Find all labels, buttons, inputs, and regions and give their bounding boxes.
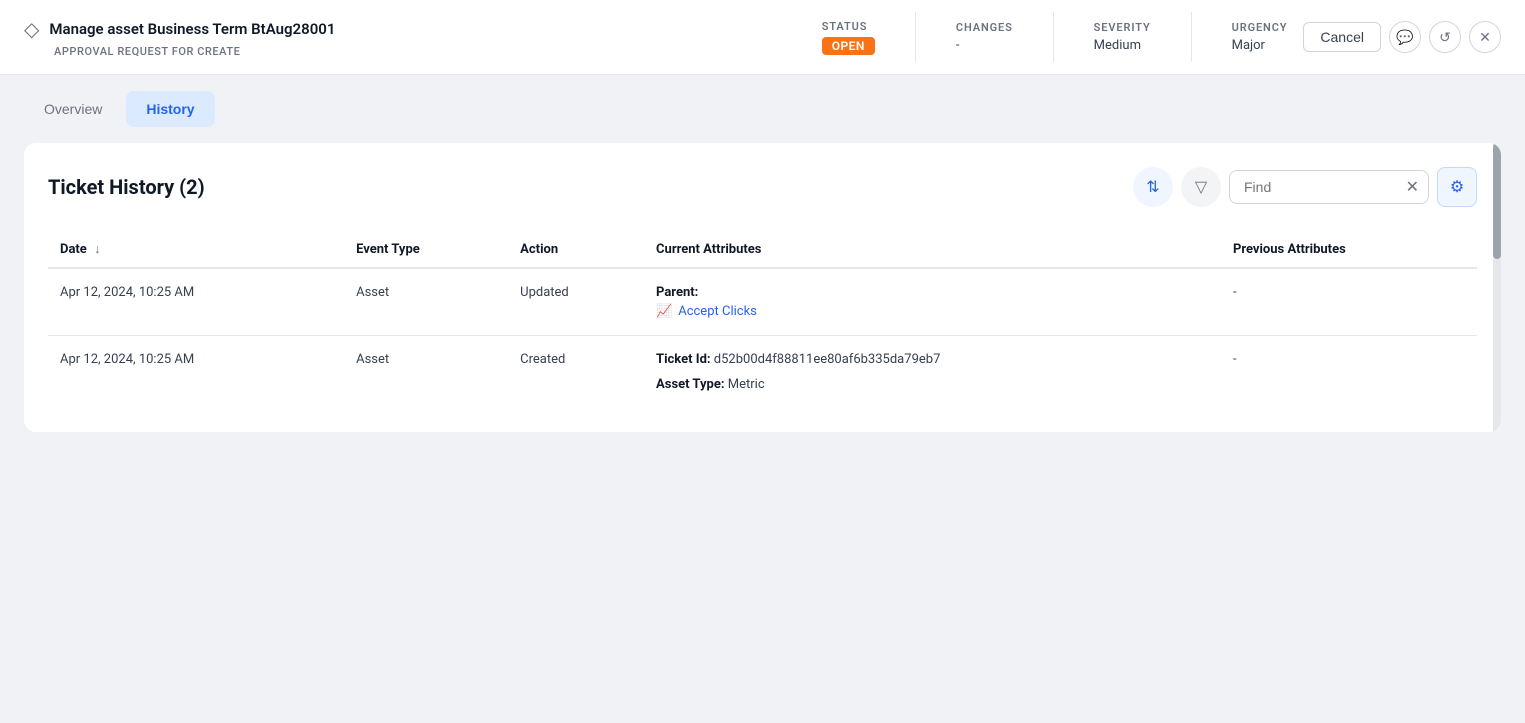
- divider-3: [1191, 12, 1192, 62]
- filter-icon: ▽: [1195, 177, 1207, 197]
- scrollbar-thumb[interactable]: [1493, 143, 1501, 259]
- row1-action: Updated: [508, 268, 644, 336]
- top-bar: ◇ Manage asset Business Term BtAug28001 …: [0, 0, 1525, 75]
- row1-event-type: Asset: [344, 268, 508, 336]
- ticket-id-label: Ticket Id:: [656, 352, 711, 367]
- title-row: ◇ Manage asset Business Term BtAug28001: [24, 17, 335, 41]
- scrollbar-track[interactable]: [1493, 143, 1501, 432]
- chat-icon: 💬: [1396, 29, 1413, 46]
- status-badge: OPEN: [822, 37, 875, 55]
- meta-status: STATUS OPEN: [822, 20, 875, 55]
- meta-urgency: URGENCY Major: [1232, 21, 1288, 53]
- status-label: STATUS: [822, 20, 868, 33]
- severity-value: Medium: [1094, 38, 1141, 53]
- main-content: Ticket History (2) ⇅ ▽ ✕ ⚙: [0, 127, 1525, 448]
- changes-label: CHANGES: [956, 21, 1013, 34]
- row1-date: Apr 12, 2024, 10:25 AM: [48, 268, 344, 336]
- top-bar-right: STATUS OPEN CHANGES - SEVERITY Medium UR…: [822, 12, 1501, 62]
- card-actions: ⇅ ▽ ✕ ⚙: [1133, 167, 1477, 207]
- asset-type-label: Asset Type:: [656, 377, 725, 392]
- col-action: Action: [508, 231, 644, 268]
- page-title: Manage asset Business Term BtAug28001: [49, 20, 335, 38]
- page-subtitle: APPROVAL REQUEST FOR CREATE: [24, 45, 335, 58]
- top-bar-left: ◇ Manage asset Business Term BtAug28001 …: [24, 17, 335, 58]
- col-date: Date ↓: [48, 231, 344, 268]
- table-row: Apr 12, 2024, 10:25 AM Asset Updated Par…: [48, 268, 1477, 336]
- find-clear-button[interactable]: ✕: [1406, 177, 1419, 197]
- divider-2: [1053, 12, 1054, 62]
- tab-overview[interactable]: Overview: [24, 91, 122, 127]
- tag-icon: ◇: [24, 17, 39, 41]
- row1-attr-label: Parent:: [656, 285, 698, 300]
- row2-prev-attr: -: [1221, 336, 1477, 409]
- card-title: Ticket History (2): [48, 175, 205, 199]
- gear-icon: ⚙: [1450, 177, 1464, 197]
- close-icon: ✕: [1479, 29, 1491, 46]
- accept-clicks-link[interactable]: 📈 Accept Clicks: [656, 304, 1209, 319]
- divider-1: [915, 12, 916, 62]
- sort-arrow-date: ↓: [94, 241, 101, 257]
- table-row: Apr 12, 2024, 10:25 AM Asset Created Tic…: [48, 336, 1477, 409]
- row2-date: Apr 12, 2024, 10:25 AM: [48, 336, 344, 409]
- row1-current-attr: Parent: 📈 Accept Clicks: [644, 268, 1221, 336]
- col-current-attributes: Current Attributes: [644, 231, 1221, 268]
- refresh-icon: ↺: [1439, 29, 1451, 46]
- cancel-button[interactable]: Cancel: [1303, 22, 1381, 52]
- changes-value: -: [956, 38, 960, 53]
- meta-section: STATUS OPEN CHANGES - SEVERITY Medium UR…: [822, 12, 1288, 62]
- settings-button[interactable]: ⚙: [1437, 167, 1477, 207]
- tab-history[interactable]: History: [126, 91, 214, 127]
- top-bar-actions: Cancel 💬 ↺ ✕: [1303, 21, 1501, 53]
- history-card: Ticket History (2) ⇅ ▽ ✕ ⚙: [24, 143, 1501, 432]
- find-input[interactable]: [1229, 170, 1429, 204]
- history-table: Date ↓ Event Type Action Current Attribu…: [48, 231, 1477, 408]
- filter-button[interactable]: ▽: [1181, 167, 1221, 207]
- row2-event-type: Asset: [344, 336, 508, 409]
- header-row: Date ↓ Event Type Action Current Attribu…: [48, 231, 1477, 268]
- row2-action: Created: [508, 336, 644, 409]
- urgency-label: URGENCY: [1232, 21, 1288, 34]
- col-event-type: Event Type: [344, 231, 508, 268]
- refresh-button[interactable]: ↺: [1429, 21, 1461, 53]
- row2-ticket-id: Ticket Id: d52b00d4f88811ee80af6b335da79…: [656, 352, 1209, 367]
- chat-button[interactable]: 💬: [1389, 21, 1421, 53]
- sort-button[interactable]: ⇅: [1133, 167, 1173, 207]
- row2-current-attr: Ticket Id: d52b00d4f88811ee80af6b335da79…: [644, 336, 1221, 409]
- row1-prev-attr: -: [1221, 268, 1477, 336]
- urgency-value: Major: [1232, 38, 1265, 53]
- col-previous-attributes: Previous Attributes: [1221, 231, 1477, 268]
- ticket-id-value: d52b00d4f88811ee80af6b335da79eb7: [714, 352, 941, 367]
- card-header: Ticket History (2) ⇅ ▽ ✕ ⚙: [48, 167, 1477, 207]
- sort-icon: ⇅: [1146, 177, 1159, 197]
- clear-icon: ✕: [1406, 179, 1419, 196]
- asset-type-value: Metric: [728, 377, 765, 392]
- tabs-bar: Overview History: [0, 75, 1525, 127]
- meta-changes: CHANGES -: [956, 21, 1013, 53]
- table-header: Date ↓ Event Type Action Current Attribu…: [48, 231, 1477, 268]
- severity-label: SEVERITY: [1094, 21, 1151, 34]
- meta-severity: SEVERITY Medium: [1094, 21, 1151, 53]
- find-input-wrap: ✕: [1229, 170, 1429, 204]
- close-button[interactable]: ✕: [1469, 21, 1501, 53]
- table-body: Apr 12, 2024, 10:25 AM Asset Updated Par…: [48, 268, 1477, 408]
- row2-asset-type: Asset Type: Metric: [656, 377, 1209, 392]
- trend-icon: 📈: [656, 304, 672, 319]
